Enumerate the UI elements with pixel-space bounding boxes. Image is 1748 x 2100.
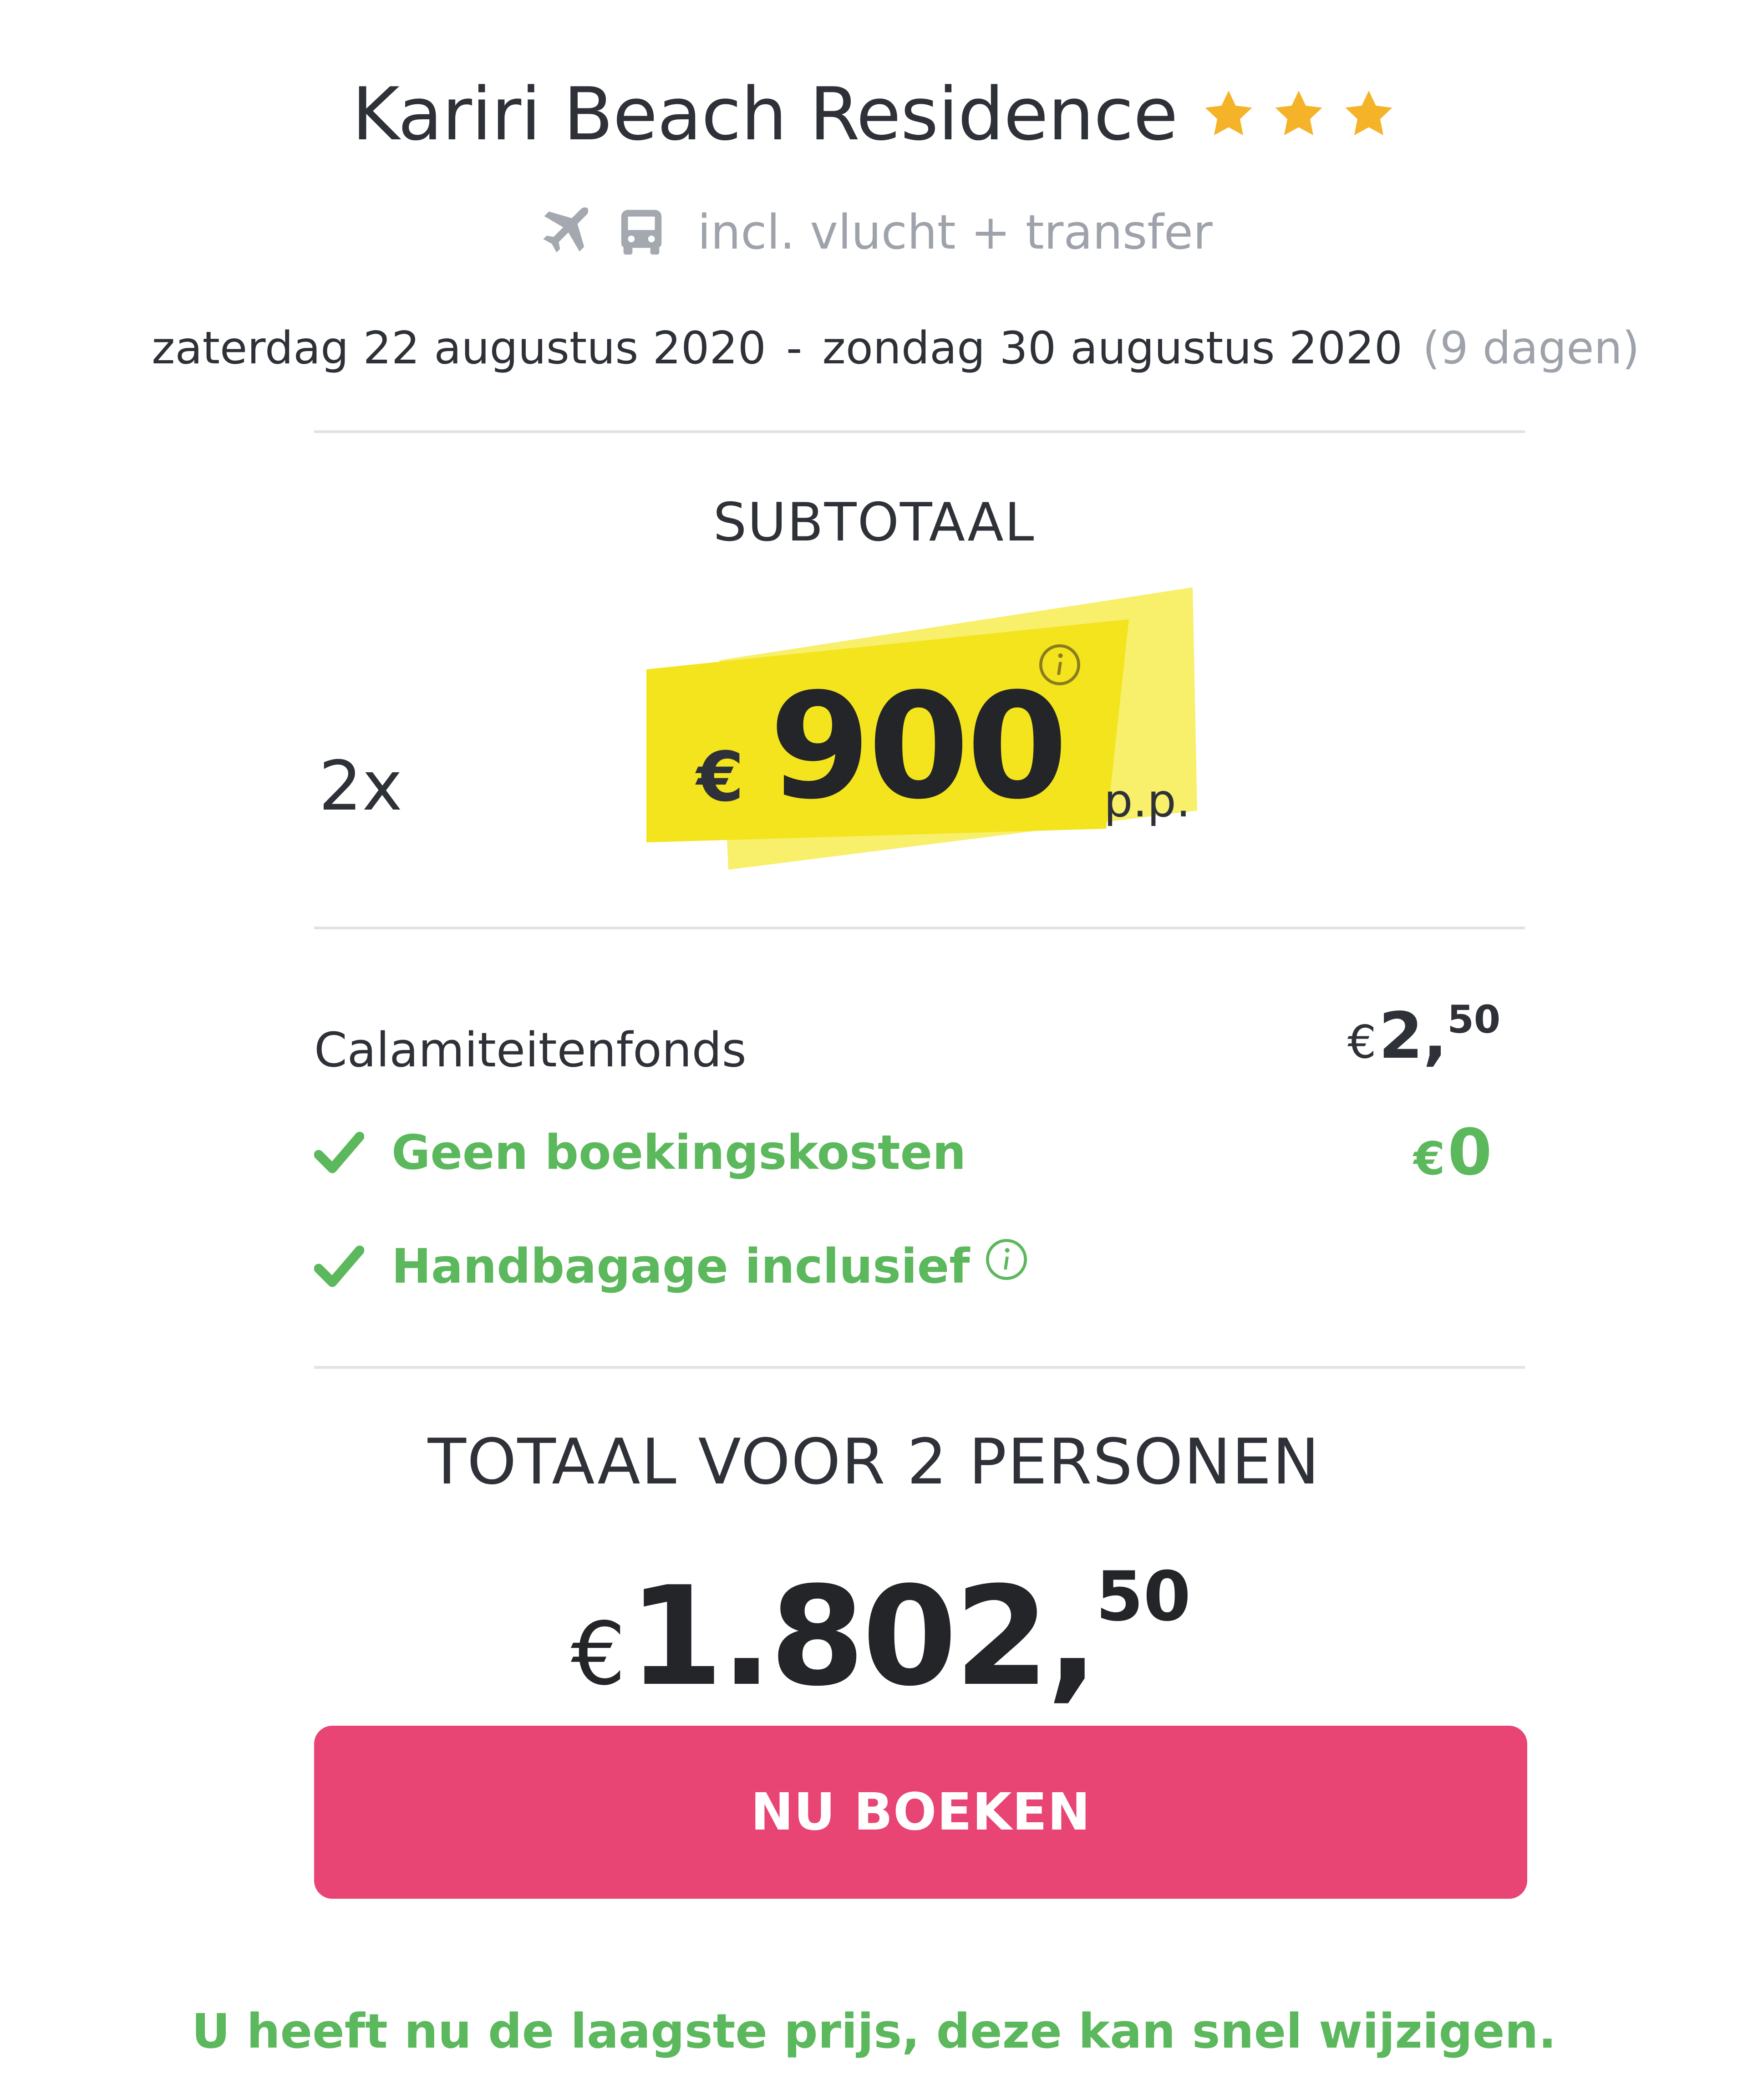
calamity-fund-price: € 2,50 [1347, 997, 1500, 1073]
included-text: incl. vlucht + transfer [697, 204, 1213, 260]
divider [314, 430, 1525, 433]
star-icon [1201, 87, 1256, 141]
currency-symbol: € [1413, 1132, 1445, 1185]
booking-fee-row: Geen boekingskosten [314, 1125, 966, 1180]
currency-symbol: € [1347, 1015, 1377, 1069]
hand-luggage-label: Handbagage inclusief [391, 1239, 970, 1294]
divider [314, 1366, 1525, 1369]
calamity-fund-label: Calamiteitenfonds [314, 1022, 747, 1078]
bus-icon [615, 203, 668, 262]
hotel-name: Kariri Beach Residence [351, 71, 1178, 157]
booking-fee-price: € 0 [1413, 1116, 1492, 1190]
start-date: zaterdag 22 augustus 2020 [152, 322, 767, 374]
subtotal-heading: SUBTOTAAL [713, 492, 1035, 553]
date-separator: - [786, 322, 803, 374]
total-price: € 1.802,50 [0, 1557, 1748, 1716]
total-heading: TOTAAL VOOR 2 PERSONEN [427, 1425, 1321, 1499]
travel-dates: zaterdag 22 augustus 2020 - zondag 30 au… [0, 314, 1748, 382]
booking-fee-label: Geen boekingskosten [391, 1125, 966, 1180]
plane-icon [535, 203, 595, 262]
price-amount: 0 [1448, 1116, 1492, 1190]
hotel-title-row: Kariri Beach Residence [0, 64, 1748, 164]
info-icon[interactable] [1037, 642, 1082, 688]
price-currency: € [696, 738, 744, 817]
star-rating [1201, 87, 1396, 141]
duration: (9 dagen) [1423, 322, 1640, 374]
price-per-person: 900 [769, 662, 1068, 831]
pax-count: 2x [319, 747, 403, 826]
book-now-button[interactable]: NU BOEKEN [314, 1726, 1527, 1899]
check-icon [314, 1130, 364, 1175]
total-amount: 1.802, [628, 1557, 1098, 1716]
currency-symbol: € [570, 1604, 626, 1704]
info-icon[interactable] [984, 1237, 1029, 1282]
included-row: incl. vlucht + transfer [0, 196, 1748, 269]
per-person-label: p.p. [1104, 774, 1191, 827]
divider [314, 927, 1525, 929]
check-icon [314, 1244, 364, 1289]
star-icon [1271, 87, 1326, 141]
price-cents: 50 [1447, 997, 1501, 1042]
end-date: zondag 30 augustus 2020 [822, 322, 1403, 374]
star-icon [1341, 87, 1396, 141]
lowest-price-note: U heeft nu de laagste prijs, deze kan sn… [191, 2003, 1557, 2059]
hand-luggage-row: Handbagage inclusief [314, 1239, 1029, 1294]
total-cents: 50 [1096, 1557, 1191, 1636]
price-amount: 2, [1378, 999, 1448, 1073]
